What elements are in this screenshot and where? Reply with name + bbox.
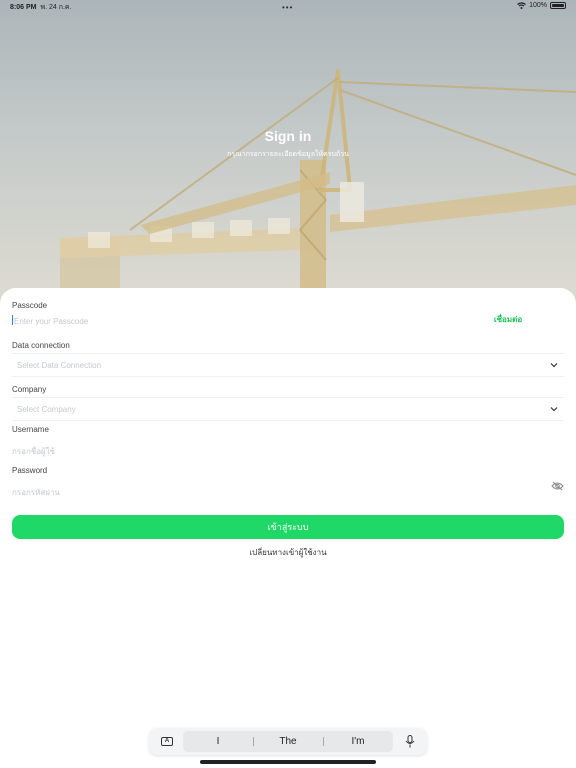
company-label: Company [12, 385, 47, 394]
login-button[interactable]: เข้าสู่ระบบ [12, 515, 564, 539]
data-connection-placeholder: Select Data Connection [17, 361, 102, 370]
chevron-down-icon [550, 407, 558, 412]
suggestion-list: I The I'm [183, 731, 393, 752]
battery-percent: 100% [529, 2, 547, 9]
passcode-input[interactable]: Enter your Passcode [14, 317, 88, 326]
suggestion-item[interactable]: I'm [323, 731, 393, 752]
more-dots-icon[interactable]: ••• [282, 3, 293, 12]
connect-button[interactable]: เชื่อมต่อ [455, 312, 561, 328]
text-caret [12, 315, 13, 325]
username-label: Username [12, 425, 49, 434]
data-connection-label: Data connection [12, 341, 70, 350]
password-label: Password [12, 466, 48, 475]
keyboard-toggle-icon[interactable]: A [161, 737, 173, 746]
page-title: Sign in [264, 128, 312, 144]
status-bar: 8:06 PM พ. 24 ก.ค. ••• 100% [0, 0, 576, 14]
keyboard-suggestion-bar: A I The I'm [149, 728, 427, 755]
password-input[interactable]: กรอกรหัสผ่าน [12, 486, 60, 499]
wifi-icon [517, 2, 526, 9]
eye-off-icon[interactable] [551, 481, 564, 491]
status-date: พ. 24 ก.ค. [40, 3, 72, 11]
battery-icon [550, 2, 566, 9]
page-subtitle: กรุณากรอกรายละเอียดข้อมูลให้ครบถ้วน [227, 151, 349, 158]
switch-user-link[interactable]: เปลี่ยนทางเข้าผู้ใช้งาน [0, 546, 576, 559]
data-connection-select[interactable]: Select Data Connection [12, 353, 564, 377]
status-time: 8:06 PM [10, 3, 37, 11]
passcode-label: Passcode [12, 301, 48, 310]
username-input[interactable]: กรอกชื่อผู้ใช้ [12, 445, 55, 458]
chevron-down-icon [550, 363, 558, 368]
home-indicator[interactable] [200, 760, 376, 764]
company-placeholder: Select Company [17, 405, 76, 414]
microphone-icon[interactable] [405, 735, 415, 748]
company-select[interactable]: Select Company [12, 397, 564, 421]
suggestion-item[interactable]: I [183, 731, 253, 752]
suggestion-item[interactable]: The [253, 731, 323, 752]
